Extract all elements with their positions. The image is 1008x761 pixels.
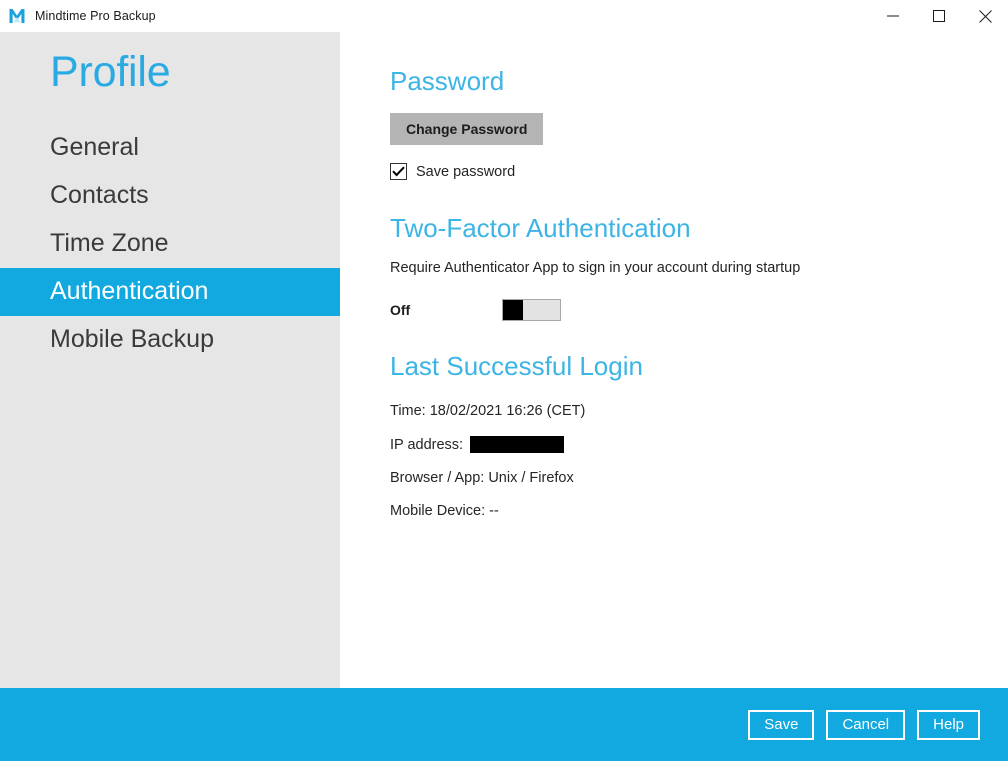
- mindtime-m-logo-icon: [8, 7, 26, 25]
- sidebar-item-general[interactable]: General: [0, 124, 340, 172]
- sidebar-item-label: Mobile Backup: [50, 325, 214, 354]
- last-login-browser: Browser / App: Unix / Firefox: [390, 470, 574, 486]
- cancel-button[interactable]: Cancel: [826, 709, 906, 740]
- change-password-button[interactable]: Change Password: [390, 113, 544, 145]
- two-factor-state-label: Off: [390, 302, 411, 318]
- last-login-time: Time: 18/02/2021 16:26 (CET): [390, 403, 586, 419]
- sidebar-item-contacts[interactable]: Contacts: [0, 172, 340, 220]
- last-login-mobile-device: Mobile Device: --: [390, 503, 499, 519]
- window-title: Mindtime Pro Backup: [35, 9, 156, 23]
- sidebar-item-time-zone[interactable]: Time Zone: [0, 220, 340, 268]
- save-password-label: Save password: [416, 163, 516, 180]
- last-login-heading: Last Successful Login: [390, 351, 643, 381]
- window-controls: [870, 0, 1008, 32]
- sidebar-item-label: Contacts: [50, 181, 149, 210]
- sidebar-item-label: Time Zone: [50, 229, 169, 258]
- two-factor-description: Require Authenticator App to sign in you…: [390, 260, 801, 276]
- two-factor-toggle-row: Off: [390, 298, 1008, 322]
- last-login-ip-label: IP address:: [390, 436, 464, 453]
- sidebar-item-label: Authentication: [50, 277, 209, 306]
- page-title: Profile: [50, 48, 171, 96]
- last-login-ip-row: IP address:: [340, 436, 1008, 453]
- close-button[interactable]: [962, 0, 1008, 32]
- window-titlebar: Mindtime Pro Backup: [0, 0, 1008, 32]
- password-section: Password Change Password Save password: [340, 32, 1008, 180]
- check-icon: [392, 166, 405, 177]
- last-login-ip-redaction: [470, 436, 565, 453]
- save-button[interactable]: Save: [748, 709, 815, 740]
- last-login-section: Last Successful Login Time: 18/02/2021 1…: [340, 322, 1008, 519]
- sidebar-item-mobile-backup[interactable]: Mobile Backup: [0, 316, 340, 364]
- sidebar-nav: General Contacts Time Zone Authenticatio…: [0, 124, 340, 364]
- sidebar: Profile General Contacts Time Zone Authe…: [0, 32, 340, 688]
- password-heading: Password: [390, 66, 505, 96]
- toggle-handle[interactable]: [503, 300, 523, 320]
- save-password-row[interactable]: Save password: [390, 163, 1008, 180]
- two-factor-section: Two-Factor Authentication Require Authen…: [340, 180, 1008, 322]
- sidebar-item-authentication[interactable]: Authentication: [0, 267, 340, 316]
- two-factor-toggle[interactable]: [502, 299, 561, 321]
- help-button[interactable]: Help: [917, 709, 980, 740]
- sidebar-item-label: General: [50, 133, 139, 162]
- save-password-checkbox[interactable]: [390, 163, 407, 180]
- maximize-button[interactable]: [916, 0, 962, 32]
- footer-bar: Save Cancel Help: [0, 688, 1008, 761]
- minimize-button[interactable]: [870, 0, 916, 32]
- two-factor-heading: Two-Factor Authentication: [390, 213, 691, 243]
- main-content: Password Change Password Save password T…: [340, 32, 1008, 688]
